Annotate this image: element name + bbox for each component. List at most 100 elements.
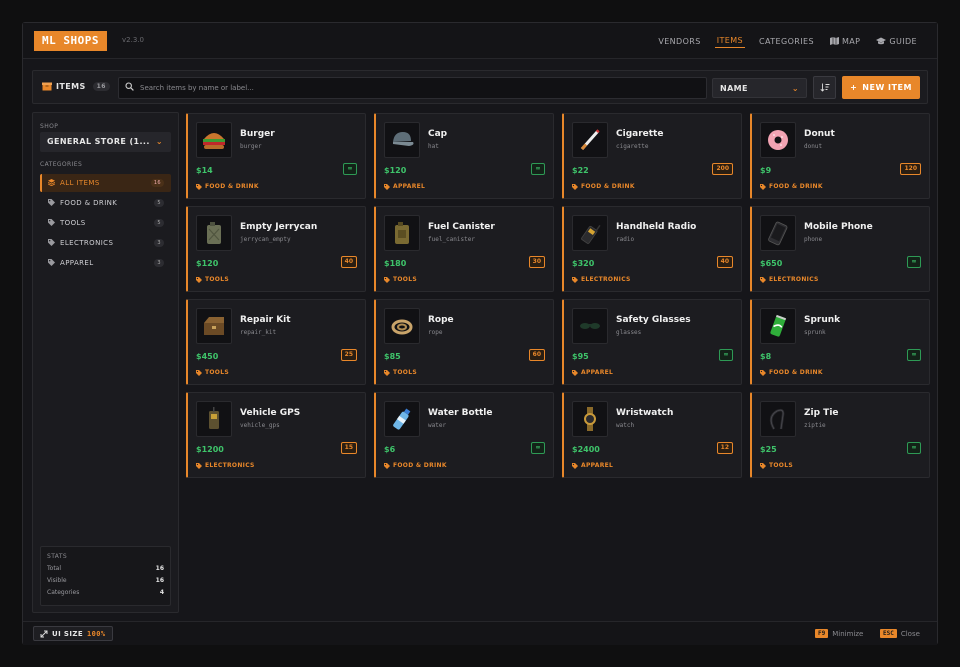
item-card[interactable]: Handheld Radio radio $320 40 ELECTRONICS <box>562 206 742 292</box>
category-item[interactable]: FOOD & DRINK 5 <box>40 194 171 212</box>
item-category-label: FOOD & DRINK <box>769 183 823 190</box>
item-card[interactable]: Mobile Phone phone $650 ∞ ELECTRONICS <box>750 206 930 292</box>
nav-vendors[interactable]: VENDORS <box>656 34 702 48</box>
items-count-badge: 16 <box>92 82 110 91</box>
search-input[interactable] <box>140 84 700 92</box>
ui-size-label: UI SIZE <box>52 629 84 638</box>
item-category: FOOD & DRINK <box>760 183 823 190</box>
item-card[interactable]: Fuel Canister fuel_canister $180 30 TOOLS <box>374 206 554 292</box>
tag-icon <box>48 198 60 208</box>
item-card[interactable]: Donut donut $9 120 FOOD & DRINK <box>750 113 930 199</box>
search-box <box>118 77 707 99</box>
sort-field-select[interactable]: NAME ⌄ <box>712 78 807 98</box>
item-stock-badge: 40 <box>340 256 357 268</box>
tag-icon <box>384 183 390 190</box>
layers-icon <box>47 178 60 188</box>
nav-categories[interactable]: CATEGORIES <box>757 34 816 48</box>
shop-select[interactable]: GENERAL STORE (1... ⌄ <box>40 132 171 152</box>
hint-label: Minimize <box>832 629 864 638</box>
nav-items-label: ITEMS <box>716 36 744 45</box>
item-price: $14 <box>196 166 213 175</box>
item-card[interactable]: Burger burger $14 ∞ FOOD & DRINK <box>186 113 366 199</box>
stats-label: Categories <box>47 589 80 596</box>
jerrycan-icon <box>196 215 232 251</box>
item-category: FOOD & DRINK <box>760 369 823 376</box>
cap-icon <box>384 122 420 158</box>
item-price: $9 <box>760 166 772 175</box>
item-category: APPAREL <box>572 369 613 376</box>
item-name: Handheld Radio <box>616 222 697 232</box>
tag-icon <box>196 276 202 283</box>
item-category-label: TOOLS <box>769 462 793 469</box>
item-card[interactable]: Wristwatch watch $2400 12 APPAREL <box>562 392 742 478</box>
category-item[interactable]: ALL ITEMS 16 <box>40 174 171 192</box>
item-category-label: ELECTRONICS <box>205 462 255 469</box>
item-code: phone <box>804 236 823 243</box>
hint-key: F9 <box>815 629 829 638</box>
item-category-label: TOOLS <box>205 369 229 376</box>
item-category-label: TOOLS <box>393 369 417 376</box>
tag-icon <box>384 462 390 469</box>
items-toolbar: ITEMS 16 NAME ⌄ + NEW ITEM <box>32 70 928 104</box>
item-card[interactable]: Repair Kit repair_kit $450 25 TOOLS <box>186 299 366 385</box>
item-stock-badge: ∞ <box>531 163 545 175</box>
stats-title: STATS <box>47 553 68 560</box>
item-category-label: FOOD & DRINK <box>205 183 259 190</box>
tag-icon <box>760 276 766 283</box>
item-code: glasses <box>616 329 642 336</box>
item-card[interactable]: Empty Jerrycan jerrycan_empty $120 40 TOOLS <box>186 206 366 292</box>
item-card[interactable]: Sprunk sprunk $8 ∞ FOOD & DRINK <box>750 299 930 385</box>
category-item[interactable]: TOOLS 5 <box>40 214 171 232</box>
item-category: APPAREL <box>572 462 613 469</box>
hint-key: ESC <box>880 629 897 638</box>
fuel-canister-icon <box>384 215 420 251</box>
item-name: Water Bottle <box>428 408 493 418</box>
item-stock-badge: 25 <box>340 349 357 361</box>
new-item-label: NEW ITEM <box>862 83 912 92</box>
category-item[interactable]: APPAREL 3 <box>40 254 171 272</box>
nav-guide-label: GUIDE <box>889 36 917 46</box>
item-stock-badge: 30 <box>528 256 545 268</box>
item-name: Donut <box>804 129 835 139</box>
tag-icon <box>572 462 578 469</box>
item-card[interactable]: Rope rope $85 60 TOOLS <box>374 299 554 385</box>
item-card[interactable]: Vehicle GPS vehicle_gps $1200 15 ELECTRONICS <box>186 392 366 478</box>
tag-icon <box>196 462 202 469</box>
item-price: $120 <box>384 166 407 175</box>
item-name: Vehicle GPS <box>240 408 301 418</box>
sort-direction-button[interactable] <box>813 76 836 99</box>
new-item-button[interactable]: + NEW ITEM <box>842 76 920 99</box>
item-price: $650 <box>760 259 783 268</box>
item-card[interactable]: Safety Glasses glasses $95 ∞ APPAREL <box>562 299 742 385</box>
item-card[interactable]: Water Bottle water $6 ∞ FOOD & DRINK <box>374 392 554 478</box>
tag-icon <box>48 218 60 228</box>
nav-items[interactable]: ITEMS <box>714 34 746 48</box>
item-card[interactable]: Cigarette cigarette $22 200 FOOD & DRINK <box>562 113 742 199</box>
item-category: TOOLS <box>384 276 417 283</box>
item-name: Cigarette <box>616 129 664 139</box>
item-stock-badge: 40 <box>716 256 733 268</box>
gps-icon <box>196 401 232 437</box>
item-name: Fuel Canister <box>428 222 495 232</box>
ui-size-value: 100% <box>87 629 106 638</box>
item-category-label: FOOD & DRINK <box>393 462 447 469</box>
sort-field-value: NAME <box>720 84 748 93</box>
item-code: sprunk <box>804 329 826 336</box>
category-label: TOOLS <box>60 219 86 227</box>
item-card[interactable]: Zip Tie ziptie $25 ∞ TOOLS <box>750 392 930 478</box>
nav-guide[interactable]: GUIDE <box>874 34 919 48</box>
category-item[interactable]: ELECTRONICS 3 <box>40 234 171 252</box>
stats-value: 16 <box>155 577 164 584</box>
item-code: fuel_canister <box>428 236 475 243</box>
item-category-label: TOOLS <box>205 276 229 283</box>
tag-icon <box>48 258 60 268</box>
item-category: FOOD & DRINK <box>196 183 259 190</box>
nav-map[interactable]: MAP <box>828 34 862 48</box>
item-card[interactable]: Cap hat $120 ∞ APPAREL <box>374 113 554 199</box>
item-price: $2400 <box>572 445 600 454</box>
item-code: rope <box>428 329 443 336</box>
item-stock-badge: 120 <box>900 163 921 175</box>
ui-size-button[interactable]: UI SIZE 100% <box>33 626 113 641</box>
category-count: 16 <box>150 179 164 187</box>
item-category-label: APPAREL <box>581 369 614 376</box>
